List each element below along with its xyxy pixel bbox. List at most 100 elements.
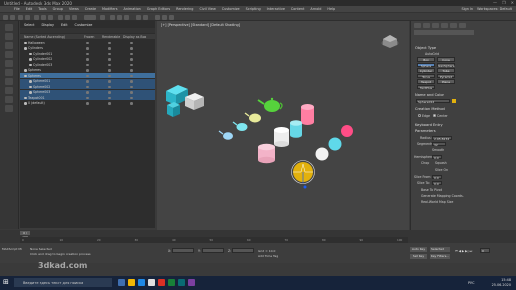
column-toggle-icon[interactable] [86,74,89,77]
taskbar-search-input[interactable]: Введите здесь текст для поиска [14,278,112,287]
column-toggle-icon[interactable] [108,63,111,66]
visibility-icon[interactable] [24,41,27,44]
time-slider[interactable]: 0 / 100 [20,231,30,239]
task-view-icon[interactable] [118,279,125,286]
3dsmax-icon[interactable] [178,279,185,286]
menu-create[interactable]: Create [85,7,96,11]
visibility-icon[interactable] [29,91,32,94]
rotate-icon[interactable] [65,14,70,20]
visibility-icon[interactable] [29,85,32,88]
add-time-tag[interactable]: Add Time Tag [258,254,278,258]
select-icon[interactable] [34,14,39,20]
windows-start-icon[interactable]: ⊞ [3,279,10,286]
create-torus-button[interactable]: Torus [417,73,435,78]
utilities-tab-icon[interactable] [459,23,466,28]
explorer-row[interactable]: Sphere003 [20,89,155,95]
generate-mapping-checkbox[interactable]: Generate Mapping Coords. [421,194,464,198]
file-explorer-icon[interactable] [128,279,135,286]
sign-in-link[interactable]: Sign In [461,7,473,11]
input-language[interactable]: РУС [468,281,474,285]
section-name-color[interactable]: Name and Color [415,93,444,97]
box-cyan-large[interactable] [166,85,188,105]
column-toggle-icon[interactable] [130,52,133,55]
real-world-map-checkbox[interactable]: Real-World Map Size [421,200,453,204]
display-shapes-icon[interactable] [5,42,13,49]
create-textplus-button[interactable]: TextPlus [417,84,435,89]
section-keyboard-entry[interactable]: Keyboard Entry [415,123,443,127]
display-groups-icon[interactable] [5,87,13,94]
create-sphere-button[interactable]: Sphere [417,62,435,67]
sphere-white[interactable] [315,147,329,161]
explorer-row[interactable]: Halloween [20,40,155,45]
slice-to-input[interactable]: 0.0 [432,180,442,185]
menu-scripting[interactable]: Scripting [246,7,261,11]
viewcube-icon[interactable] [381,35,399,48]
column-toggle-icon[interactable] [130,96,133,99]
sphere-pink[interactable] [341,125,353,137]
maxscript-listener[interactable]: MAXScript Mi [2,247,22,251]
column-toggle-icon[interactable] [108,58,111,61]
region-select-icon[interactable] [48,14,53,20]
redo-icon[interactable] [10,14,15,20]
menu-customize[interactable]: Customize [222,7,240,11]
column-toggle-icon[interactable] [130,80,133,83]
display-all-icon[interactable] [5,24,13,31]
teapot-green-large[interactable] [257,97,283,112]
column-toggle-icon[interactable] [130,69,133,72]
object-name-input[interactable]: Sphere012 [416,98,450,103]
visibility-icon[interactable] [29,58,32,61]
display-cameras-icon[interactable] [5,60,13,67]
chrome-icon[interactable] [168,279,175,286]
explorer-row[interactable]: Teapot001 [20,95,155,100]
column-toggle-icon[interactable] [130,47,133,50]
transform-gizmo-icon[interactable] [303,185,307,189]
sphere-selected-yellow[interactable] [291,160,315,184]
segments-input[interactable]: 32 [432,141,446,146]
autogrid-checkbox[interactable]: AutoGrid [425,52,439,56]
base-to-pivot-checkbox[interactable]: Base To Pivot [421,188,442,192]
hemisphere-input[interactable]: 0.0 [432,154,442,159]
explorer-row[interactable]: Cylinder002 [20,57,155,62]
col-renderable-header[interactable]: Renderable [102,35,120,39]
explorer-row[interactable]: Spheres [20,73,155,78]
pivot-icon[interactable] [100,14,105,20]
display-spacewarps-icon[interactable] [5,78,13,85]
column-toggle-icon[interactable] [108,91,111,94]
link-icon[interactable] [18,14,23,20]
slice-from-input[interactable]: 0.0 [432,174,442,179]
cylinder-pink-tall[interactable] [301,104,314,125]
visibility-icon[interactable] [29,63,32,66]
explorer-row[interactable]: Sphere001 [20,78,155,84]
smooth-checkbox[interactable]: Smooth [432,148,444,152]
auto-key-button[interactable]: Auto Key [410,247,427,252]
visibility-icon[interactable] [24,102,27,105]
set-key-button[interactable]: Set Key [410,254,427,259]
column-toggle-icon[interactable] [108,41,111,44]
unlink-icon[interactable] [25,14,30,20]
viewport-scene[interactable] [157,21,409,230]
section-object-type[interactable]: Object Type [415,46,436,50]
radius-input[interactable]: 2.95,8234 t [432,135,452,144]
menu-modifiers[interactable]: Modifiers [102,7,117,11]
menu-help[interactable]: Help [327,7,335,11]
taskbar-clock[interactable]: 15:48 25.06.2020 [492,278,511,287]
snap-icon[interactable] [110,14,115,20]
render-setup-icon[interactable] [162,14,167,20]
explorer-row[interactable]: Spheres [20,68,155,73]
tab-edit[interactable]: Edit [61,23,68,27]
current-frame-input[interactable]: 0 [480,248,490,253]
menu-views[interactable]: Views [69,7,79,11]
menu-file[interactable]: File [14,7,20,11]
col-display-box-header[interactable]: Display as Box [123,35,146,39]
visibility-icon[interactable] [29,52,32,55]
mirror-icon[interactable] [136,14,141,20]
y-coord-input[interactable] [202,248,224,253]
tab-display[interactable]: Display [41,23,54,27]
column-toggle-icon[interactable] [108,96,111,99]
column-toggle-icon[interactable] [86,85,89,88]
opera-icon[interactable] [158,279,165,286]
column-toggle-icon[interactable] [108,85,111,88]
object-category-dropdown[interactable] [414,30,474,35]
edge-icon[interactable] [138,279,145,286]
teapot-blue[interactable] [218,130,233,140]
